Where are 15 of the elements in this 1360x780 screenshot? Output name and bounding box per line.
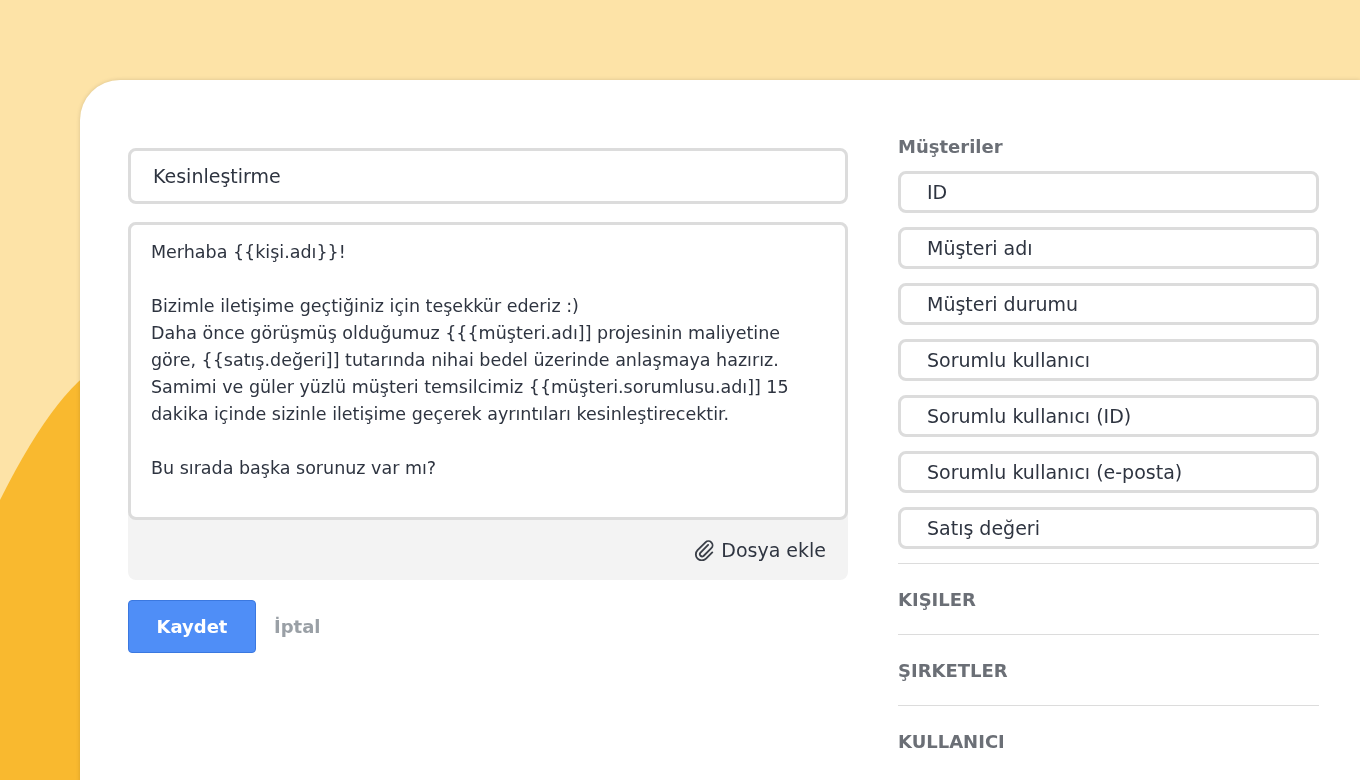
field-chip[interactable]: Sorumlu kullanıcı (ID) [898,395,1319,437]
section-header[interactable]: ŞIRKETLER [898,659,1008,681]
field-chip[interactable]: Müşteri durumu [898,283,1319,325]
field-chip[interactable]: Satış değeri [898,507,1319,549]
field-chip[interactable]: Sorumlu kullanıcı (e-posta) [898,451,1319,493]
subject-field[interactable]: Kesinleştirme [128,148,848,204]
panel-title: Müşteriler [898,136,1004,157]
section-header[interactable]: KULLANICI [898,730,1005,752]
paperclip-icon [693,539,716,561]
section-header[interactable]: KIŞILER [898,588,976,610]
field-chip[interactable]: Sorumlu kullanıcı [898,339,1319,381]
field-chip[interactable]: Müşteri adı [898,227,1319,269]
message-field[interactable]: Merhaba {{kişi.adı}}! Bizimle iletişime geçtiğiniz için teşekkür ederiz :) Daha önce görüşmüş olduğumuz {{{müşteri.adı]] projesinin maliyetine göre, {{satış.değeri]] tutarında nihai bedel üzerinde anlaşmaya hazırız. Samimi ve güler yüzlü müşteri temsilcimiz {{müşteri.sorumlusu.adı]] 15 dakika içinde sizinle iletişime geçerek ayrıntıları kesinleştirecektir. Bu sırada başka sorunuz var mı? [128,222,848,520]
attach-file-link[interactable]: Dosya ekle [693,539,826,561]
field-chip[interactable]: ID [898,171,1319,213]
